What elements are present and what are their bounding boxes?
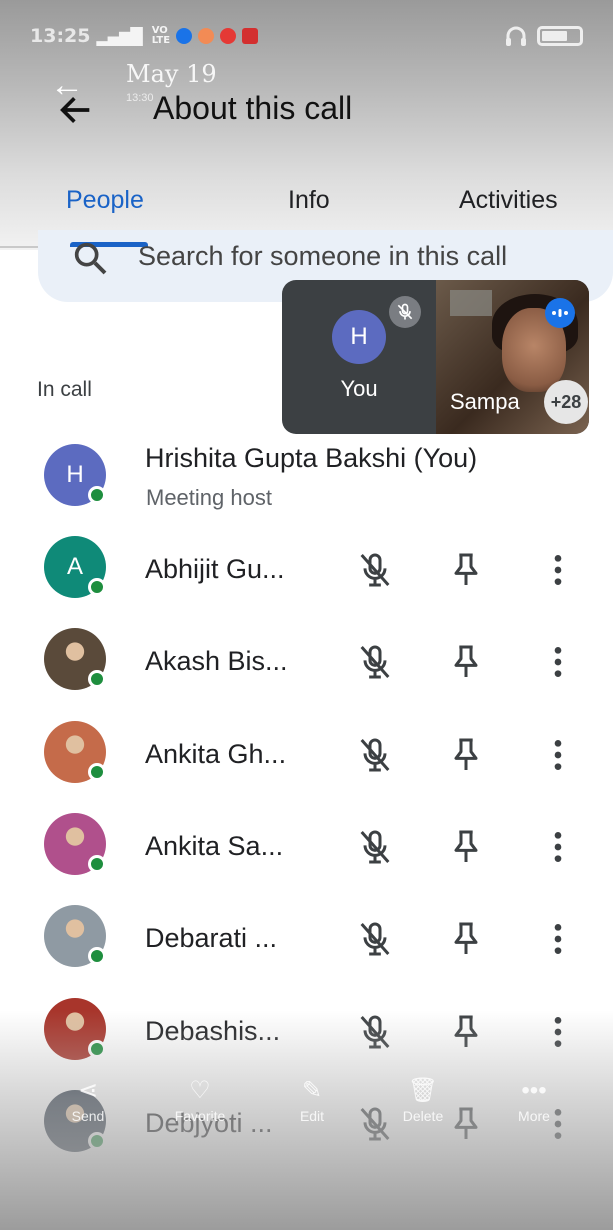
- more-dots-icon: •••: [521, 1077, 547, 1104]
- status-time: 13:25: [30, 25, 91, 47]
- pin-icon[interactable]: [446, 735, 486, 775]
- edit-icon: ✎: [301, 1077, 323, 1104]
- about-call-screen: 13:25 ▂▄▆█ VO LTE ← May 19 13:30 About t…: [0, 0, 613, 1230]
- background-shelf: [450, 290, 492, 316]
- headphones-icon: [506, 26, 526, 46]
- more-button[interactable]: ••• More: [494, 1077, 574, 1125]
- network-indicator: VO LTE: [152, 26, 170, 46]
- more-label: More: [518, 1108, 550, 1124]
- avatar: H: [332, 310, 386, 364]
- ghost-time: 13:30: [126, 92, 154, 104]
- more-options-icon[interactable]: [538, 550, 578, 590]
- gallery-action-bar: ⋖ Send ♡ Favorite ✎ Edit 🗑 Delete ••• More: [0, 1078, 613, 1138]
- send-label: Send: [71, 1108, 105, 1124]
- pip-self-tile: H You: [282, 280, 436, 434]
- participant-name: Hrishita Gupta Bakshi (You): [145, 443, 478, 473]
- participant-name: Ankita Sa...: [145, 831, 284, 861]
- share-icon: ⋖: [77, 1077, 99, 1104]
- pip-other-video: Sampa +28: [436, 280, 589, 434]
- more-participants-badge[interactable]: +28: [544, 380, 588, 424]
- online-status-icon: [88, 947, 106, 965]
- mic-off-icon[interactable]: [355, 735, 395, 775]
- tab-info[interactable]: Info: [288, 186, 330, 215]
- participant-name: Ankita Gh...: [145, 739, 287, 769]
- mic-off-icon[interactable]: [355, 827, 395, 867]
- more-options-icon[interactable]: [538, 735, 578, 775]
- participant-role: Meeting host: [146, 485, 272, 510]
- app-notification-icon: [176, 28, 193, 44]
- list-item[interactable]: Ankita Gh...: [0, 717, 613, 809]
- online-status-icon: [88, 855, 106, 873]
- pin-icon[interactable]: [446, 642, 486, 682]
- in-call-label: In call: [37, 378, 92, 401]
- list-item[interactable]: Ankita Sa...: [0, 809, 613, 901]
- pin-icon[interactable]: [446, 550, 486, 590]
- status-bar: 13:25 ▂▄▆█ VO LTE: [0, 18, 613, 54]
- delete-button[interactable]: 🗑 Delete: [383, 1077, 463, 1125]
- list-item-host[interactable]: H Hrishita Gupta Bakshi (You) Meeting ho…: [0, 440, 613, 532]
- delete-label: Delete: [402, 1108, 444, 1124]
- pin-icon[interactable]: [446, 827, 486, 867]
- mic-off-icon[interactable]: [355, 919, 395, 959]
- trash-icon: 🗑: [407, 1077, 439, 1104]
- list-item[interactable]: A Abhijit Gu...: [0, 532, 613, 624]
- more-options-icon[interactable]: [538, 642, 578, 682]
- pip-you-label: You: [340, 376, 378, 401]
- mic-off-icon: [389, 296, 421, 328]
- pip-participant-name: Sampa: [450, 389, 520, 414]
- search-icon: [74, 242, 107, 275]
- online-status-icon: [88, 578, 106, 596]
- network-bottom: LTE: [151, 35, 171, 46]
- send-button[interactable]: ⋖ Send: [48, 1077, 128, 1125]
- tab-people[interactable]: People: [66, 186, 144, 215]
- participant-name: Abhijit Gu...: [145, 554, 285, 584]
- list-item[interactable]: Debarati ...: [0, 901, 613, 993]
- participant-name: Debarati ...: [145, 923, 278, 953]
- online-status-icon: [88, 486, 106, 504]
- participant-name: Akash Bis...: [145, 646, 288, 676]
- battery-icon: [537, 26, 583, 46]
- app-notification-icon: [242, 28, 259, 44]
- more-options-icon[interactable]: [538, 919, 578, 959]
- tab-activities[interactable]: Activities: [459, 186, 558, 215]
- pip-video-tile[interactable]: H You Sampa +28: [282, 280, 589, 434]
- online-status-icon: [88, 763, 106, 781]
- search-input[interactable]: Search for someone in this call: [138, 241, 507, 272]
- app-notification-icon: [220, 28, 237, 44]
- ghost-date: May 19: [126, 60, 217, 88]
- speaking-indicator-icon: [545, 298, 575, 328]
- more-options-icon[interactable]: [538, 827, 578, 867]
- heart-icon: ♡: [189, 1077, 211, 1104]
- signal-icon: ▂▄▆█: [96, 26, 142, 46]
- mic-off-icon[interactable]: [355, 550, 395, 590]
- mic-off-icon[interactable]: [355, 642, 395, 682]
- app-notification-icon: [198, 28, 215, 44]
- page-title: About this call: [153, 90, 353, 126]
- back-arrow-icon[interactable]: [56, 90, 96, 130]
- edit-label: Edit: [299, 1108, 325, 1124]
- list-item[interactable]: Akash Bis...: [0, 624, 613, 716]
- favorite-label: Favorite: [174, 1108, 226, 1124]
- online-status-icon: [88, 670, 106, 688]
- edit-button[interactable]: ✎ Edit: [272, 1077, 352, 1125]
- favorite-button[interactable]: ♡ Favorite: [160, 1077, 240, 1125]
- pin-icon[interactable]: [446, 919, 486, 959]
